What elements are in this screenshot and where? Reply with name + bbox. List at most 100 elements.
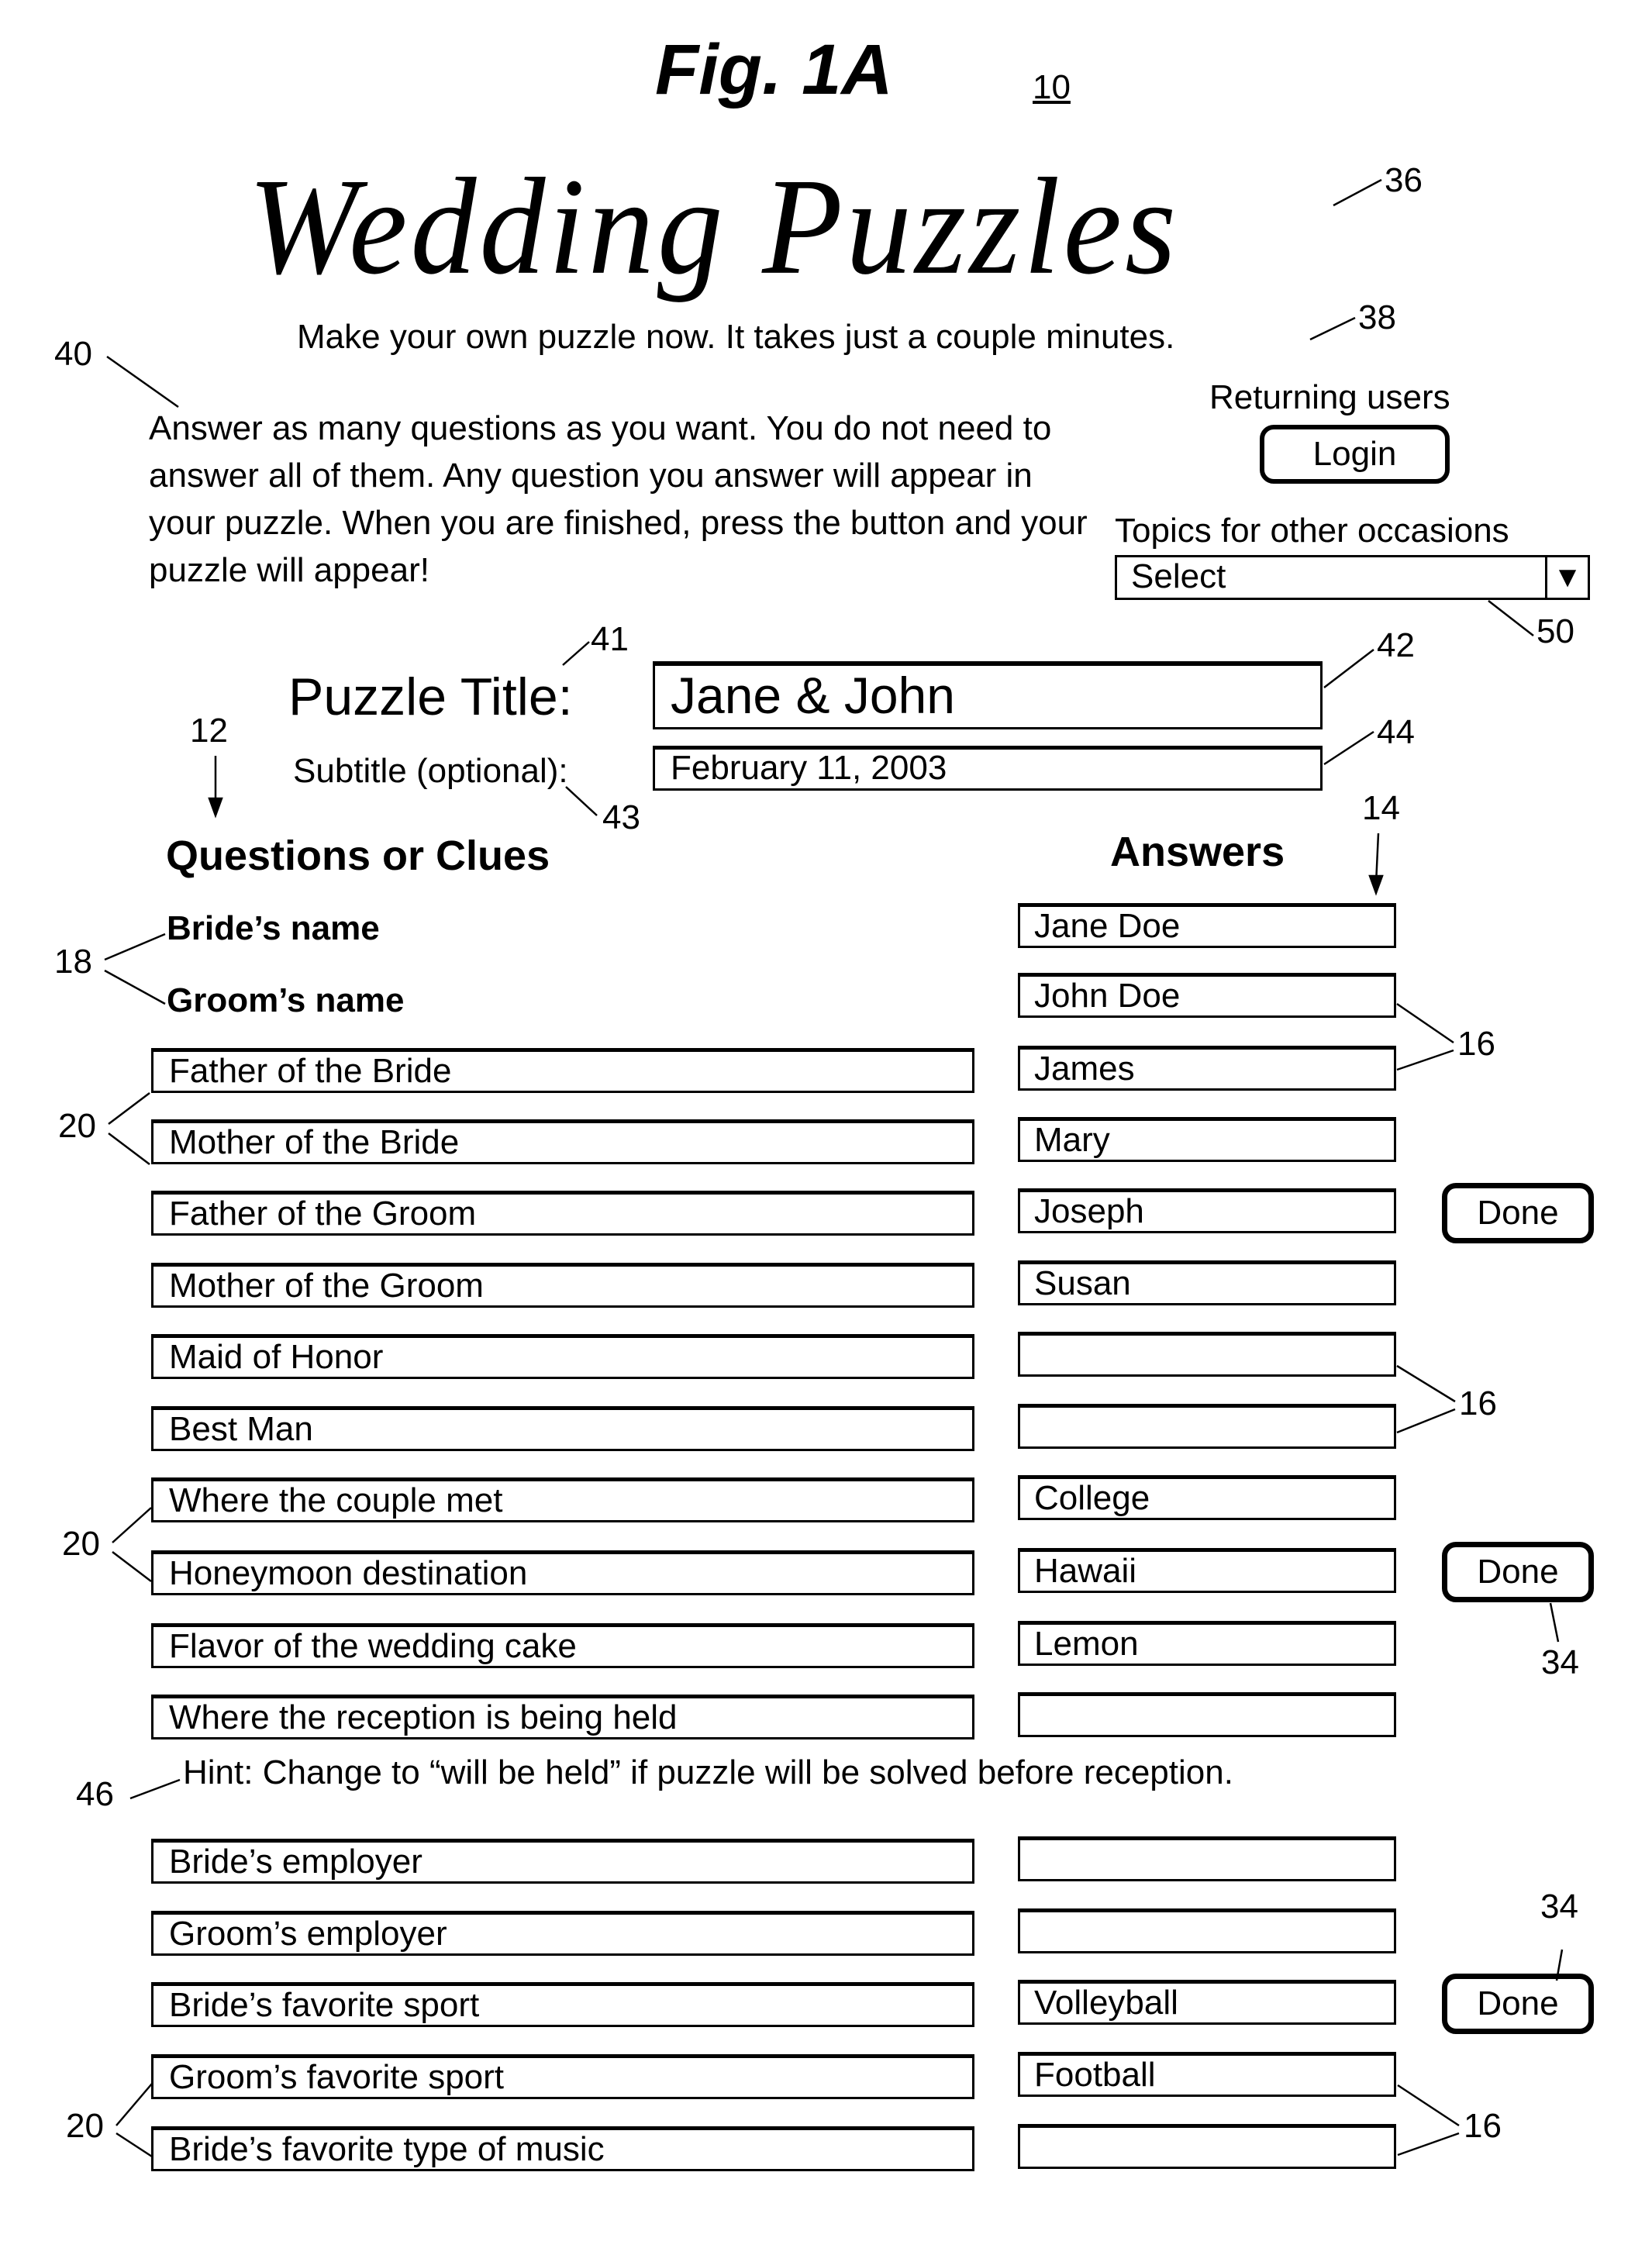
question-input[interactable]: Groom’s employer: [151, 1911, 974, 1956]
tagline: Make your own puzzle now. It takes just …: [297, 318, 1175, 356]
ref-numeral: 20: [58, 1107, 96, 1145]
leader-arrow: [208, 797, 223, 819]
question-input[interactable]: Mother of the Groom: [151, 1263, 974, 1308]
subtitle-label: Subtitle (optional):: [293, 752, 568, 790]
leader-line: [1309, 316, 1356, 341]
ref-numeral: 44: [1377, 713, 1415, 751]
leader-line: [1323, 649, 1374, 688]
ref-numeral: 12: [190, 712, 228, 750]
question-input[interactable]: Honeymoon destination: [151, 1550, 974, 1595]
leader-line: [1374, 833, 1380, 884]
question-input[interactable]: Maid of Honor: [151, 1334, 974, 1379]
question-input[interactable]: Best Man: [151, 1406, 974, 1451]
subtitle-input[interactable]: February 11, 2003: [653, 746, 1323, 791]
question-input[interactable]: Father of the Bride: [151, 1048, 974, 1093]
answer-input[interactable]: College: [1018, 1475, 1396, 1520]
leader-line: [1488, 600, 1534, 636]
answer-input[interactable]: [1018, 1692, 1396, 1737]
ref-numeral: 14: [1362, 789, 1400, 827]
question-input[interactable]: Where the couple met: [151, 1477, 974, 1522]
puzzle-title-label: Puzzle Title:: [288, 667, 573, 726]
leader-line: [1323, 730, 1374, 766]
question-input[interactable]: Bride’s favorite type of music: [151, 2126, 974, 2171]
answer-input[interactable]: [1018, 1404, 1396, 1449]
leader-arrow: [1368, 874, 1384, 896]
ref-numeral: 38: [1358, 298, 1396, 336]
answer-input[interactable]: Joseph: [1018, 1188, 1396, 1233]
leader-line: [112, 1507, 152, 1543]
question-input[interactable]: Where the reception is being held: [151, 1695, 974, 1739]
puzzle-title-input[interactable]: Jane & John: [653, 661, 1323, 729]
answer-input[interactable]: [1018, 2124, 1396, 2169]
leader-line: [116, 2083, 153, 2126]
done-button[interactable]: Done: [1442, 1542, 1594, 1602]
answer-input[interactable]: Hawaii: [1018, 1548, 1396, 1593]
question-input[interactable]: Bride’s employer: [151, 1839, 974, 1884]
answer-input[interactable]: Lemon: [1018, 1621, 1396, 1666]
leader-line: [108, 1092, 150, 1125]
ref-numeral: 36: [1385, 161, 1423, 199]
leader-line: [1333, 178, 1382, 207]
ref-numeral: 41: [591, 620, 629, 658]
leader-line: [108, 1133, 150, 1165]
fixed-question-brides-name: Bride’s name: [167, 909, 380, 947]
ref-numeral: 34: [1540, 1888, 1578, 1926]
leader-line: [1397, 2132, 1460, 2157]
ref-numeral: 16: [1457, 1025, 1495, 1063]
leader-line: [106, 355, 179, 409]
ref-numeral: 46: [76, 1775, 114, 1813]
answer-input[interactable]: John Doe: [1018, 973, 1396, 1018]
ref-numeral: 40: [54, 335, 92, 373]
leader-line: [112, 1551, 152, 1582]
figure-reference-number: 10: [1033, 68, 1071, 106]
topics-label: Topics for other occasions: [1115, 512, 1509, 550]
fixed-question-grooms-name: Groom’s name: [167, 981, 405, 1019]
question-input[interactable]: Flavor of the wedding cake: [151, 1623, 974, 1668]
question-input[interactable]: Father of the Groom: [151, 1191, 974, 1236]
dropdown-arrow-icon[interactable]: ▼: [1545, 557, 1588, 598]
ref-numeral: 42: [1377, 626, 1415, 664]
leader-line: [1549, 1602, 1560, 1643]
ref-numeral: 18: [54, 943, 92, 981]
answer-input[interactable]: Mary: [1018, 1117, 1396, 1162]
answer-input[interactable]: [1018, 1836, 1396, 1881]
leader-line: [1396, 1049, 1454, 1071]
returning-users-label: Returning users: [1209, 378, 1450, 416]
answer-input[interactable]: Susan: [1018, 1260, 1396, 1305]
question-input[interactable]: Bride’s favorite sport: [151, 1982, 974, 2027]
leader-line: [104, 969, 166, 1005]
topics-select[interactable]: Select ▼: [1115, 555, 1590, 600]
leader-line: [565, 786, 598, 816]
ref-numeral: 50: [1536, 612, 1574, 650]
leader-line: [1397, 2084, 1460, 2127]
ref-numeral: 16: [1464, 2107, 1502, 2145]
ref-numeral: 20: [66, 2107, 104, 2145]
answers-column-header: Answers: [1110, 829, 1285, 875]
leader-line: [116, 2132, 153, 2158]
question-input[interactable]: Mother of the Bride: [151, 1119, 974, 1164]
leader-line: [129, 1778, 181, 1800]
topics-select-value: Select: [1131, 557, 1226, 595]
done-button[interactable]: Done: [1442, 1974, 1594, 2034]
brand-logo-title: Wedding Puzzles: [248, 150, 1180, 303]
figure-title: Fig. 1A: [655, 30, 893, 109]
leader-line: [1396, 1002, 1454, 1044]
questions-column-header: Questions or Clues: [166, 833, 550, 879]
instructions-text: Answer as many questions as you want. Yo…: [149, 409, 1088, 589]
ref-numeral: 34: [1541, 1643, 1579, 1681]
leader-line: [104, 933, 166, 961]
leader-line: [562, 641, 590, 666]
login-button[interactable]: Login: [1260, 425, 1450, 484]
answer-input[interactable]: [1018, 1908, 1396, 1953]
answer-input[interactable]: [1018, 1332, 1396, 1377]
leader-line: [1396, 1408, 1456, 1434]
leader-line: [1396, 1364, 1456, 1403]
hint-text: Hint: Change to “will be held” if puzzle…: [183, 1753, 1233, 1791]
done-button[interactable]: Done: [1442, 1183, 1594, 1243]
question-input[interactable]: Groom’s favorite sport: [151, 2054, 974, 2099]
answer-input[interactable]: James: [1018, 1046, 1396, 1091]
answer-input[interactable]: Football: [1018, 2052, 1396, 2097]
ref-numeral: 16: [1459, 1384, 1497, 1422]
answer-input[interactable]: Volleyball: [1018, 1980, 1396, 2025]
answer-input[interactable]: Jane Doe: [1018, 903, 1396, 948]
